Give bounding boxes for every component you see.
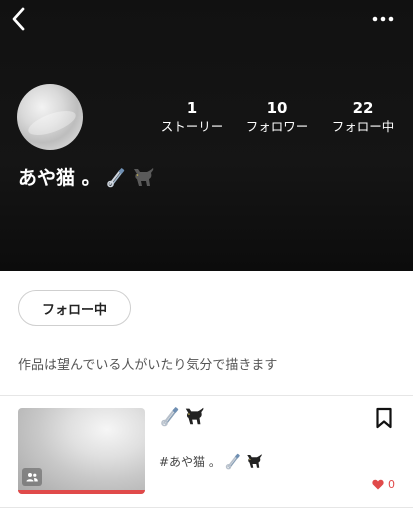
story-tag[interactable]: #あや猫 。 <box>159 452 263 470</box>
following-count: 22 <box>352 99 374 117</box>
story-title[interactable] <box>159 405 205 427</box>
story-thumbnail[interactable] <box>18 408 145 494</box>
black-cat-icon <box>133 167 153 186</box>
more-options-button[interactable] <box>371 10 395 22</box>
following-button[interactable]: フォロー中 <box>18 290 131 326</box>
stat-following[interactable]: 22 フォロー中 <box>323 99 403 135</box>
story-tag-text: #あや猫 。 <box>159 454 221 469</box>
safety-pin-icon <box>225 453 240 470</box>
chevron-left-icon <box>12 7 25 31</box>
followers-label: フォロワー <box>245 119 309 134</box>
profile-name: あや猫 。 <box>18 163 155 190</box>
safety-pin-icon <box>161 407 179 427</box>
bookmark-button[interactable] <box>375 407 393 429</box>
collaboration-badge <box>22 468 42 486</box>
heart-icon <box>372 479 384 490</box>
profile-name-text: あや猫 。 <box>18 167 101 189</box>
profile-bio: 作品は望んでいる人がいたり気分で描きます <box>18 358 278 373</box>
avatar[interactable] <box>17 84 83 150</box>
stories-label: ストーリー <box>160 119 224 134</box>
people-icon <box>26 473 38 482</box>
bookmark-icon <box>376 407 392 429</box>
likes[interactable]: 0 <box>372 478 395 491</box>
stories-count: 1 <box>186 99 198 117</box>
profile-header: 1 ストーリー 10 フォロワー 22 フォロー中 あや猫 。 <box>0 0 413 271</box>
followers-count: 10 <box>266 99 288 117</box>
story-read-progress <box>18 490 145 494</box>
more-horizontal-icon <box>372 16 394 22</box>
safety-pin-icon <box>106 167 124 187</box>
stat-followers[interactable]: 10 フォロワー <box>240 99 314 135</box>
stat-stories[interactable]: 1 ストーリー <box>155 99 229 135</box>
following-label: フォロー中 <box>331 119 395 134</box>
divider <box>0 507 413 508</box>
back-button[interactable] <box>8 6 30 32</box>
divider <box>0 395 413 396</box>
black-cat-icon <box>185 407 204 425</box>
black-cat-icon <box>247 454 262 468</box>
likes-count: 0 <box>388 478 395 491</box>
